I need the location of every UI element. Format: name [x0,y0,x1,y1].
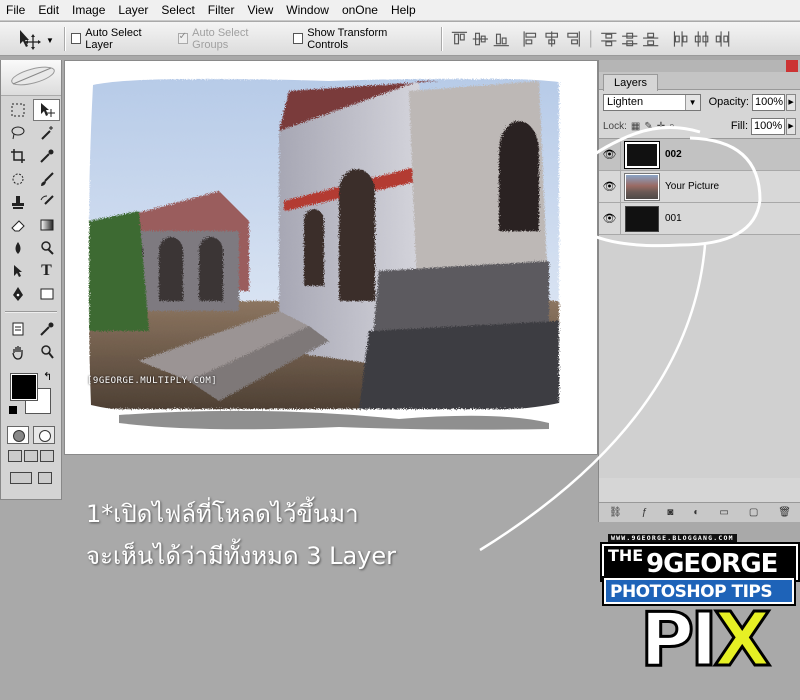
logo-site-url: WWW.9GEORGE.BLOGGANG.COM [608,534,737,542]
logo-title-band: THE 9GEORGE [600,542,800,582]
annotation-line-1: 1*เปิดไฟล์ที่โหลดไว้ขึ้นมา [86,500,359,528]
logo-brand: 9GEORGE [646,549,778,579]
foreground-color-swatch[interactable] [10,373,38,401]
logo-pi: PI [639,597,720,684]
annotation-line-2: จะเห็นได้ว่ามีทั้งหมด 3 Layer [86,542,397,570]
logo-pix: PIX [639,597,773,684]
logo-the: THE [608,546,644,565]
brand-logo: WWW.9GEORGE.BLOGGANG.COM THE 9GEORGE PHO… [596,534,800,700]
logo-x: X [712,597,772,684]
